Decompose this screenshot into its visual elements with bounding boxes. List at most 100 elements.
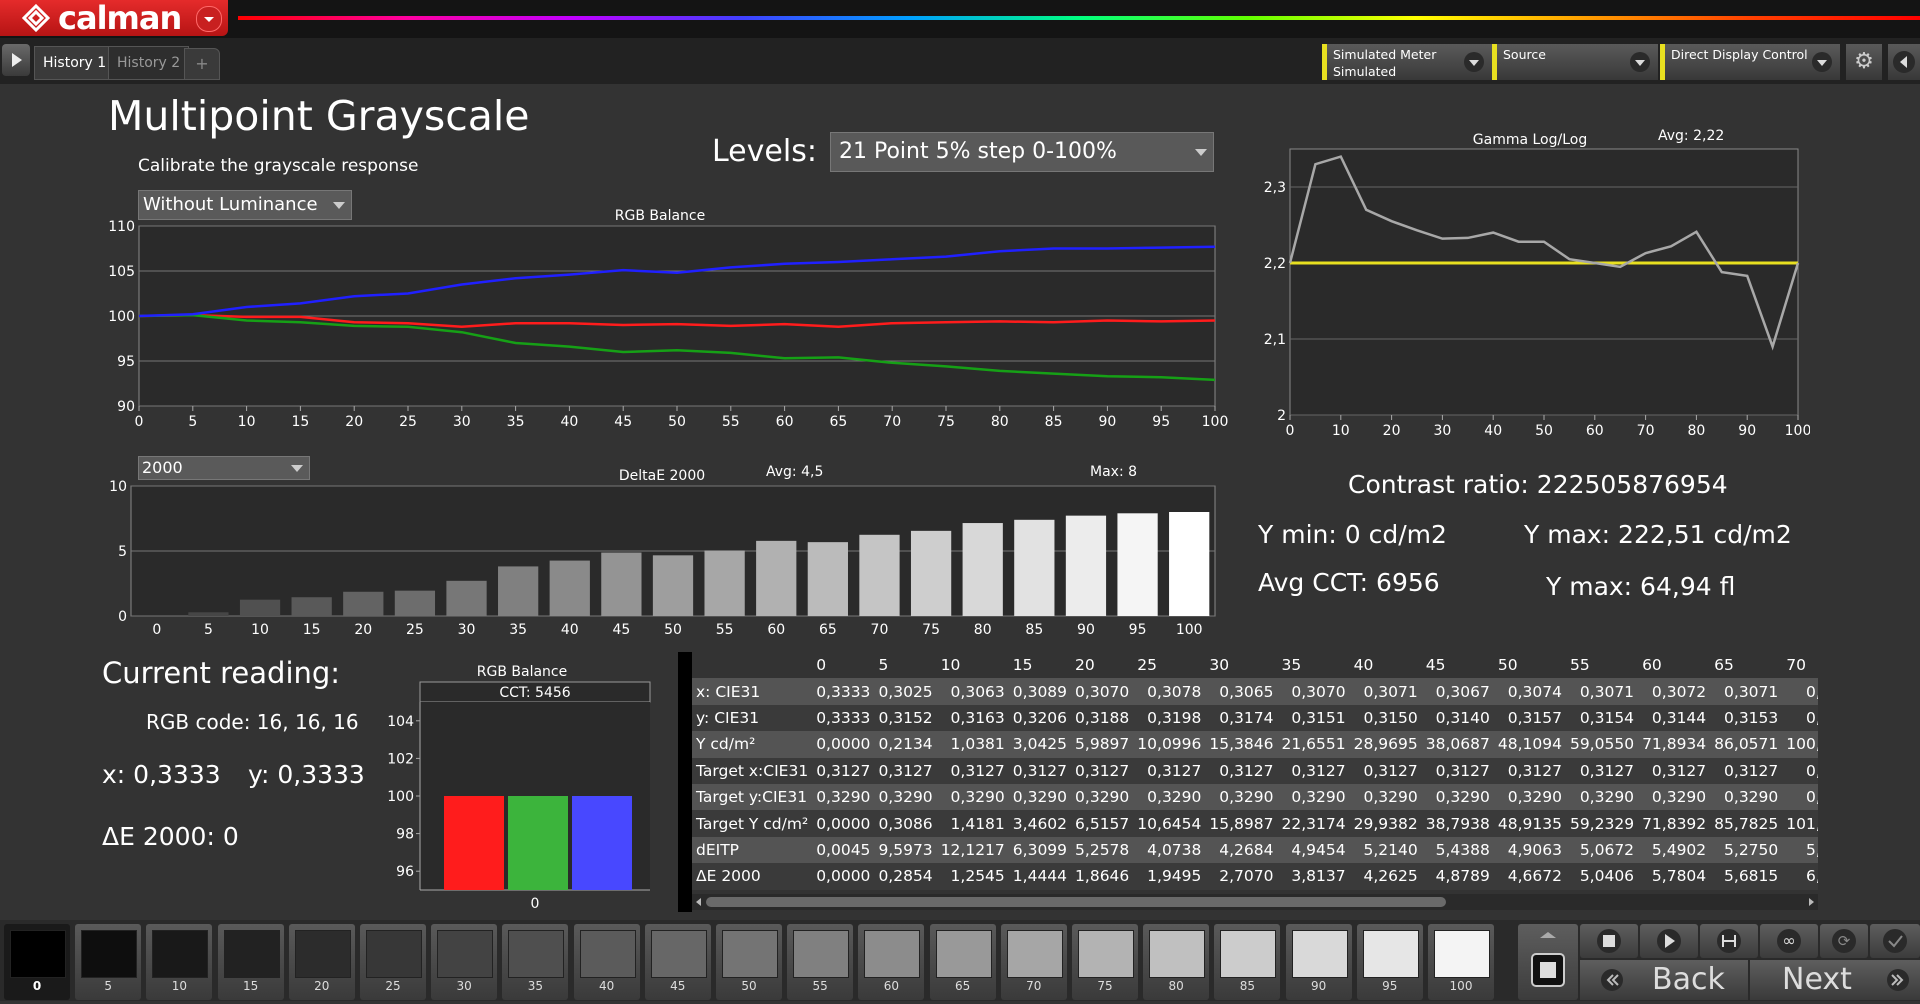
- table-cell: 0,3290: [1579, 788, 1635, 807]
- grayscale-swatch-button[interactable]: 80: [1143, 924, 1210, 1000]
- column-header: 60: [1642, 656, 1662, 675]
- settings-button[interactable]: ⚙: [1846, 44, 1882, 80]
- grayscale-swatch-button[interactable]: 65: [929, 924, 996, 1000]
- grayscale-swatch-button[interactable]: 30: [431, 924, 498, 1000]
- y-tick-label: 96: [396, 864, 414, 880]
- table-row: Target y:CIE31 0,3290 0,3290 0,3290 0,3290 0,…: [692, 783, 1818, 811]
- scrollbar-thumb[interactable]: [706, 897, 1446, 907]
- play-icon: [1657, 929, 1681, 953]
- scroll-right-icon[interactable]: [1804, 894, 1818, 910]
- grayscale-swatch-button[interactable]: 5: [75, 924, 142, 1000]
- grayscale-swatch-button[interactable]: 55: [787, 924, 854, 1000]
- table-cell: 0,3290: [1291, 788, 1346, 807]
- grayscale-swatch-button[interactable]: 100: [1428, 924, 1494, 1000]
- grayscale-swatch-button[interactable]: 20: [288, 924, 355, 1000]
- table-cell: 15,8987: [1209, 814, 1274, 833]
- grayscale-swatch-button[interactable]: 60: [858, 924, 925, 1000]
- swatch-label: 10: [171, 979, 188, 993]
- table-cell: 10,6454: [1137, 814, 1202, 833]
- grayscale-swatch-button[interactable]: 15: [217, 924, 284, 1000]
- table-cell: 5,0672: [1579, 840, 1635, 859]
- table-row: Target Y cd/m² 0,0000 0,3086 1,4181 3,4602 6,…: [692, 810, 1818, 837]
- calman-logo[interactable]: calman: [0, 0, 228, 36]
- grayscale-swatch-button[interactable]: 35: [502, 924, 569, 1000]
- grayscale-swatch-button[interactable]: 0: [4, 924, 70, 1000]
- loop-button[interactable]: ∞: [1760, 924, 1818, 958]
- grayscale-swatch-button[interactable]: 50: [716, 924, 782, 1000]
- meter-selector[interactable]: Simulated Meter Simulated: [1322, 44, 1492, 80]
- grayscale-swatch-button[interactable]: 45: [644, 924, 711, 1000]
- source-selector[interactable]: Source: [1492, 44, 1658, 80]
- next-button[interactable]: Next: [1750, 960, 1920, 1000]
- cct-value: CCT: 5456: [499, 685, 570, 701]
- grayscale-swatch-button[interactable]: 40: [573, 924, 640, 1000]
- table-cell: 3,0425: [1012, 735, 1068, 754]
- expand-sidebar-button[interactable]: [2, 44, 30, 76]
- y-tick-label: 105: [108, 264, 135, 280]
- deltae-max: Max: 8: [1090, 464, 1137, 480]
- x-tick-label: 80: [974, 622, 992, 638]
- chevron-down-icon: [1464, 52, 1484, 72]
- grayscale-swatch-button[interactable]: 10: [146, 924, 213, 1000]
- column-header: 5: [878, 656, 889, 675]
- table-row: Y cd/m² 0,0000 0,2134 1,0381 3,0425 5,9897 10,…: [692, 731, 1818, 758]
- play-button[interactable]: [1640, 924, 1698, 958]
- table-cell: 0,3071: [1363, 682, 1418, 701]
- swatch-label: 85: [1239, 979, 1256, 993]
- table-cell: 71,8392: [1642, 814, 1707, 833]
- grayscale-swatch-button[interactable]: 70: [1000, 924, 1067, 1000]
- avg-cct: Avg CCT: 6956: [1258, 568, 1440, 597]
- swatch-color: [793, 930, 850, 978]
- green-bar: [508, 796, 568, 890]
- table-cell: 0,3290: [1724, 788, 1779, 807]
- tab-history-1[interactable]: History 1: [34, 46, 116, 80]
- table-cell: 5,2140: [1363, 840, 1418, 859]
- x-tick-label: 5: [188, 414, 197, 430]
- table-horizontal-scrollbar[interactable]: [692, 894, 1818, 910]
- table-cell: 0,3063: [950, 682, 1005, 701]
- grayscale-swatch-button[interactable]: 95: [1356, 924, 1423, 1000]
- chevron-down-icon: [1812, 52, 1832, 72]
- x-tick-label: 0: [531, 896, 540, 910]
- grayscale-swatch-button[interactable]: 90: [1285, 924, 1352, 1000]
- collapse-panel-button[interactable]: [1888, 44, 1920, 80]
- stop-button[interactable]: [1580, 924, 1638, 958]
- measurement-table-wrap[interactable]: 051015202530354045505560657075x: CIE310,…: [678, 652, 1818, 912]
- app-menu-button[interactable]: [196, 6, 222, 32]
- back-button[interactable]: Back: [1580, 960, 1748, 1000]
- tab-history-2[interactable]: History 2: [108, 46, 190, 80]
- grayscale-swatch-button[interactable]: 25: [360, 924, 426, 1000]
- x-tick-label: 30: [453, 414, 471, 430]
- x-tick-label: 20: [1383, 423, 1401, 439]
- table-cell: 38,7938: [1425, 814, 1490, 833]
- y-tick-label: 5: [118, 544, 127, 560]
- x-tick-label: 70: [1637, 423, 1655, 439]
- table-cell: 4,9454: [1291, 840, 1346, 859]
- table-cell: 5,2578: [1075, 840, 1130, 859]
- table-cell: 0,3065: [1219, 682, 1274, 701]
- grayscale-swatch-button[interactable]: 85: [1214, 924, 1281, 1000]
- double-chevron-left-icon: [1601, 969, 1623, 991]
- grayscale-swatch-button[interactable]: 75: [1072, 924, 1138, 1000]
- swatch-label: 50: [741, 979, 757, 993]
- x-tick-label: 30: [1433, 423, 1451, 439]
- refresh-button[interactable]: ⟳: [1820, 924, 1868, 958]
- step-button[interactable]: [1700, 924, 1758, 958]
- add-tab-button[interactable]: +: [184, 48, 220, 80]
- next-label: Next: [1782, 962, 1852, 997]
- x-tick-label: 85: [1025, 622, 1043, 638]
- x-tick-label: 95: [1129, 622, 1147, 638]
- levels-dropdown[interactable]: 21 Point 5% step 0-100%: [830, 132, 1214, 172]
- y-tick-label: 0: [118, 609, 127, 625]
- x-tick-label: 20: [354, 622, 372, 638]
- scroll-left-icon[interactable]: [692, 894, 706, 910]
- stop-measure-button[interactable]: [1518, 924, 1578, 1000]
- display-control-selector[interactable]: Direct Display Control: [1660, 44, 1840, 80]
- table-cell: 1,8646: [1075, 867, 1130, 886]
- table-cell: 5,4388: [1435, 840, 1490, 859]
- confirm-button[interactable]: [1870, 924, 1920, 958]
- table-cell: 0,3290: [878, 788, 933, 807]
- deltae-bar: [394, 590, 436, 616]
- x-tick-label: 50: [668, 414, 686, 430]
- table-cell: 0,3290: [1012, 788, 1068, 807]
